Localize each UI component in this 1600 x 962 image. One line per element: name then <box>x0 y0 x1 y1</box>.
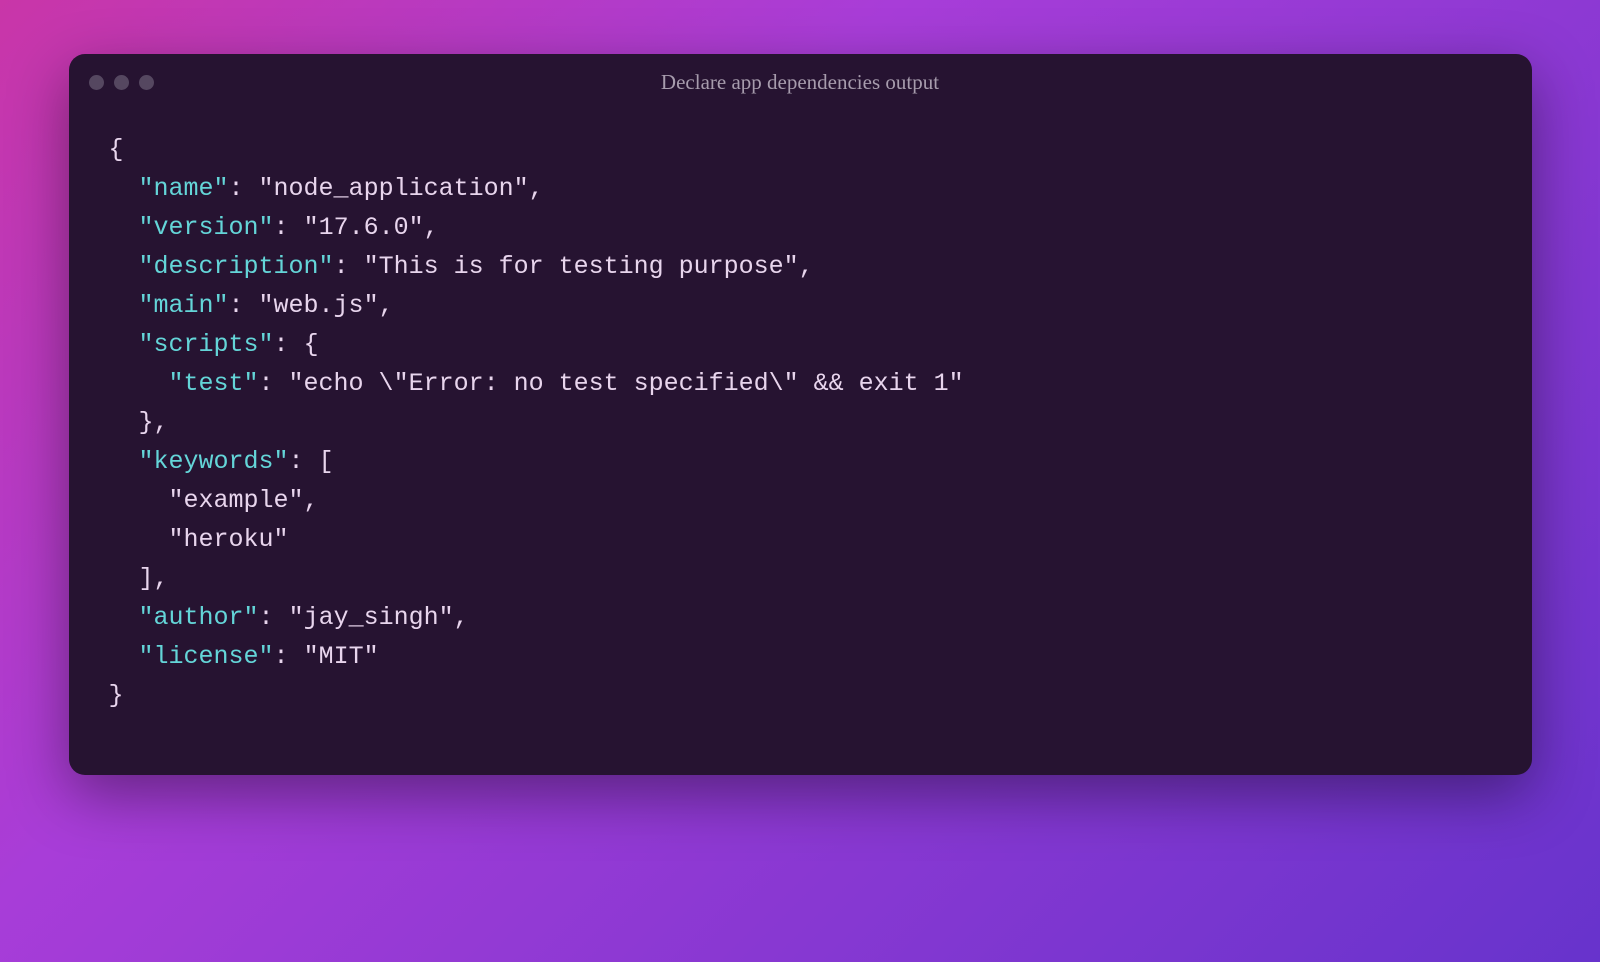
close-window-icon[interactable] <box>89 75 104 90</box>
json-key-name: "name" <box>139 174 229 203</box>
colon: : <box>259 603 289 632</box>
colon: : <box>229 174 259 203</box>
json-value-name: "node_application" <box>259 174 529 203</box>
colon: : <box>289 447 319 476</box>
json-value-keyword-0: "example" <box>169 486 304 515</box>
json-value-keyword-1: "heroku" <box>169 525 289 554</box>
bracket-open: [ <box>319 447 334 476</box>
code-line: "scripts": { <box>109 325 1492 364</box>
colon: : <box>259 369 289 398</box>
comma: , <box>424 213 439 242</box>
code-line: "example", <box>109 481 1492 520</box>
brace-open: { <box>109 135 124 164</box>
code-line: "main": "web.js", <box>109 286 1492 325</box>
code-line: "version": "17.6.0", <box>109 208 1492 247</box>
terminal-window: Declare app dependencies output { "name"… <box>69 54 1532 775</box>
json-value-test: "echo \"Error: no test specified\" && ex… <box>289 369 964 398</box>
traffic-lights <box>89 75 154 90</box>
comma: , <box>799 252 814 281</box>
colon: : <box>274 330 304 359</box>
colon: : <box>274 642 304 671</box>
code-line: ], <box>109 559 1492 598</box>
window-titlebar: Declare app dependencies output <box>69 54 1532 110</box>
colon: : <box>229 291 259 320</box>
json-value-main: "web.js" <box>259 291 379 320</box>
brace-open: { <box>304 330 319 359</box>
comma: , <box>304 486 319 515</box>
code-line: "keywords": [ <box>109 442 1492 481</box>
code-line: }, <box>109 403 1492 442</box>
json-key-keywords: "keywords" <box>139 447 289 476</box>
json-key-author: "author" <box>139 603 259 632</box>
json-key-version: "version" <box>139 213 274 242</box>
code-output: { "name": "node_application", "version":… <box>69 110 1532 775</box>
json-key-description: "description" <box>139 252 334 281</box>
brace-close: } <box>139 408 154 437</box>
json-value-license: "MIT" <box>304 642 379 671</box>
comma: , <box>154 408 169 437</box>
colon: : <box>334 252 364 281</box>
code-line: "test": "echo \"Error: no test specified… <box>109 364 1492 403</box>
json-value-author: "jay_singh" <box>289 603 454 632</box>
window-title: Declare app dependencies output <box>69 70 1532 95</box>
comma: , <box>379 291 394 320</box>
json-key-test: "test" <box>169 369 259 398</box>
json-value-version: "17.6.0" <box>304 213 424 242</box>
json-value-description: "This is for testing purpose" <box>364 252 799 281</box>
maximize-window-icon[interactable] <box>139 75 154 90</box>
json-key-license: "license" <box>139 642 274 671</box>
json-key-scripts: "scripts" <box>139 330 274 359</box>
comma: , <box>454 603 469 632</box>
code-line: "heroku" <box>109 520 1492 559</box>
code-line: { <box>109 130 1492 169</box>
comma: , <box>154 564 169 593</box>
comma: , <box>529 174 544 203</box>
code-line: "description": "This is for testing purp… <box>109 247 1492 286</box>
code-line: "license": "MIT" <box>109 637 1492 676</box>
code-line: "author": "jay_singh", <box>109 598 1492 637</box>
code-line: "name": "node_application", <box>109 169 1492 208</box>
brace-close: } <box>109 681 124 710</box>
code-line: } <box>109 676 1492 715</box>
bracket-close: ] <box>139 564 154 593</box>
json-key-main: "main" <box>139 291 229 320</box>
colon: : <box>274 213 304 242</box>
minimize-window-icon[interactable] <box>114 75 129 90</box>
